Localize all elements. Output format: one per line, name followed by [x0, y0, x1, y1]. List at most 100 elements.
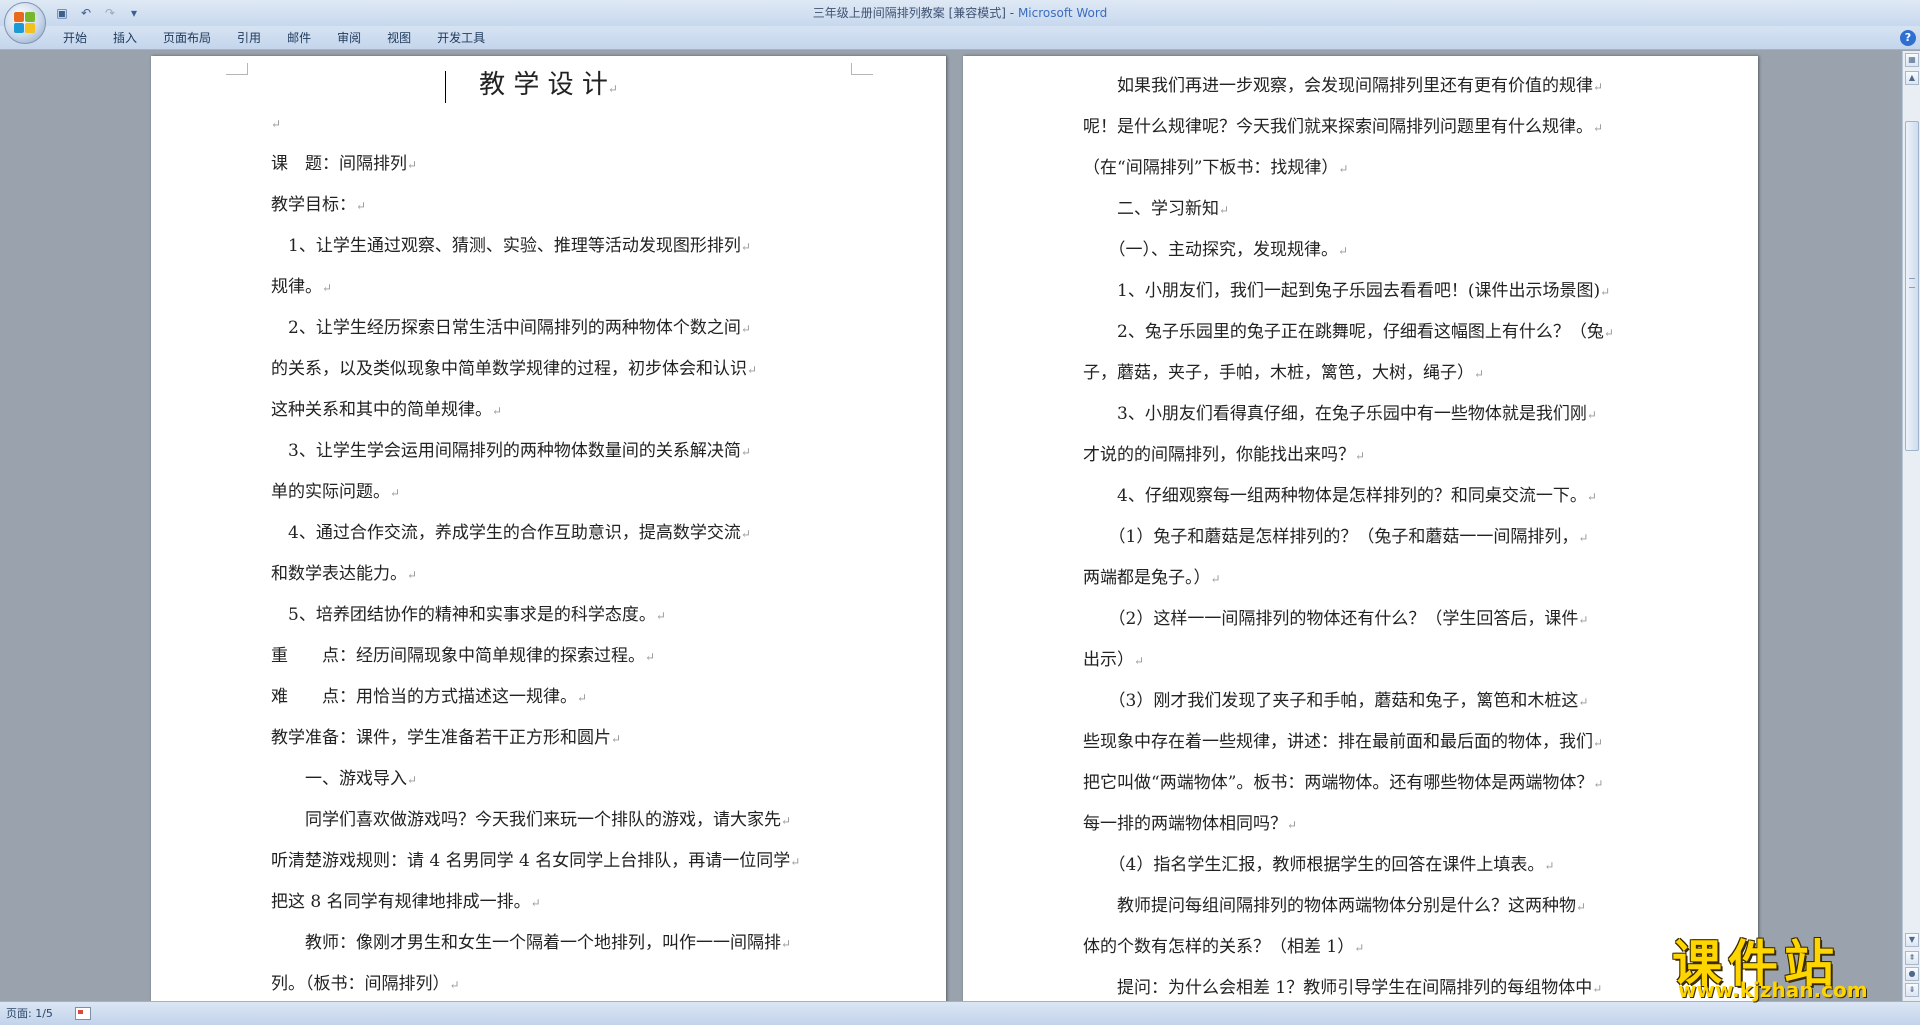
ribbon-tab-bar: 开始 插入 页面布局 引用 邮件 审阅 视图 开发工具 [0, 26, 1920, 50]
line-text: 2、让学生经历探索日常生活中间隔排列的两种物体个数之间 [271, 318, 741, 338]
paragraph-mark: ↵ [407, 773, 418, 787]
paragraph-mark: ↵ [781, 814, 792, 828]
paragraph-mark: ↵ [530, 896, 541, 910]
line-text: 1、小朋友们，我们一起到兔子乐园去看看吧！(课件出示场景图) [1083, 281, 1601, 301]
document-line: 把它叫做“两端物体”。板书：两端物体。还有哪些物体是两端物体？↵ [1083, 763, 1638, 804]
paragraph-mark: ↵ [1474, 367, 1485, 381]
line-text: 每一排的两端物体相同吗？ [1083, 814, 1287, 834]
document-line: 1、小朋友们，我们一起到兔子乐园去看看吧！(课件出示场景图)↵ [1083, 271, 1638, 312]
document-line: （2）这样一一间隔排列的物体还有什么？（学生回答后，课件↵ [1083, 599, 1638, 640]
document-page-left[interactable]: 教 学 设 计↵ ↵ 课 题：间隔排列↵ 教学目标：↵ 1、让学生通过观察、猜测、实… [151, 56, 946, 1001]
line-text: （4）指名学生汇报，教师根据学生的回答在课件上填表。 [1083, 855, 1545, 875]
line-text: 2、兔子乐园里的兔子正在跳舞呢，仔细看这幅图上有什么？（兔 [1083, 322, 1604, 342]
document-line: 教师：像刚才男生和女生一个隔着一个地排列，叫作一一间隔排↵ [271, 923, 831, 964]
paragraph-mark: ↵ [1576, 900, 1587, 914]
line-text: 重 点：经历间隔现象中简单规律的探索过程。 [271, 646, 645, 666]
scroll-up-icon[interactable]: ▲ [1905, 71, 1919, 85]
next-page-icon[interactable]: ⇟ [1905, 983, 1919, 997]
document-title: 教 学 设 计↵ [151, 66, 946, 108]
ribbon-tab[interactable]: 页面布局 [150, 26, 224, 50]
paragraph-mark: ↵ [611, 732, 622, 746]
ribbon-tab[interactable]: 引用 [224, 26, 274, 50]
document-line: 重 点：经历间隔现象中简单规律的探索过程。↵ [271, 636, 831, 677]
paragraph-mark: ↵ [1578, 613, 1589, 627]
status-page-count[interactable]: 页面: 1/5 [6, 1002, 53, 1025]
ruler-toggle-icon[interactable]: ▦ [1905, 53, 1919, 67]
document-line: 教学准备：课件，学生准备若干正方形和圆片↵ [271, 718, 831, 759]
proofing-status-icon[interactable] [75, 1007, 91, 1020]
line-text: 课 题：间隔排列 [271, 154, 407, 174]
document-line: 列。（板书：间隔排列）↵ [271, 964, 831, 1001]
ribbon-tab[interactable]: 视图 [374, 26, 424, 50]
title-bar: ▣ ↶ ↷ ▾ 三年级上册间隔排列教案 [兼容模式] - Microsoft W… [0, 0, 1920, 26]
paragraph-mark: ↵ [492, 404, 503, 418]
line-text: （2）这样一一间隔排列的物体还有什么？（学生回答后，课件 [1083, 609, 1579, 629]
paragraph-mark: ↵ [740, 322, 751, 336]
document-line: 4、通过合作交流，养成学生的合作互助意识，提高数学交流↵ [271, 513, 831, 554]
paragraph-mark: ↵ [1592, 982, 1603, 996]
line-text: 教学准备：课件，学生准备若干正方形和圆片 [271, 728, 611, 748]
document-line: ↵ [271, 103, 831, 144]
document-line: 二、学习新知↵ [1083, 189, 1638, 230]
document-line: 这种关系和其中的简单规律。↵ [271, 390, 831, 431]
document-line: （4）指名学生汇报，教师根据学生的回答在课件上填表。↵ [1083, 845, 1638, 886]
title-separator: - [1005, 6, 1018, 20]
help-icon[interactable]: ? [1900, 30, 1916, 46]
paragraph-mark: ↵ [1593, 777, 1604, 791]
paragraph-mark: ↵ [655, 609, 666, 623]
scrollbar-thumb[interactable] [1905, 121, 1919, 451]
ribbon-tab[interactable]: 开发工具 [424, 26, 498, 50]
document-line: 单的实际问题。↵ [271, 472, 831, 513]
document-line: 出示）↵ [1083, 640, 1638, 681]
ribbon-tab[interactable]: 审阅 [324, 26, 374, 50]
line-text: 同学们喜欢做游戏吗？今天我们来玩一个排队的游戏，请大家先 [271, 810, 781, 830]
paragraph-mark: ↵ [1338, 244, 1349, 258]
paragraph-mark: ↵ [407, 568, 418, 582]
paragraph-mark: ↵ [1354, 941, 1365, 955]
paragraph-mark: ↵ [1593, 736, 1604, 750]
ribbon-tab[interactable]: 邮件 [274, 26, 324, 50]
watermark-url: www.kjzhan.com [1678, 978, 1868, 1002]
document-line: 1、让学生通过观察、猜测、实验、推理等活动发现图形排列↵ [271, 226, 831, 267]
paragraph-mark: ↵ [271, 117, 282, 131]
paragraph-mark: ↵ [645, 650, 656, 664]
line-text: 子，蘑菇，夹子，手帕，木桩，篱笆，大树，绳子） [1083, 363, 1474, 383]
paragraph-mark: ↵ [1578, 531, 1589, 545]
line-text: 一、游戏导入 [271, 769, 407, 789]
line-text: 呢！是什么规律呢？今天我们就来探索间隔排列问题里有什么规律。 [1083, 117, 1593, 137]
office-button[interactable] [4, 2, 46, 44]
ribbon-tab[interactable]: 开始 [50, 26, 100, 50]
document-line: 提问：为什么会相差 1？教师引导学生在间隔排列的每组物体中↵ [1083, 968, 1638, 1001]
paragraph-mark: ↵ [1544, 859, 1555, 873]
paragraph-mark: ↵ [577, 691, 588, 705]
document-line: 把这 8 名同学有规律地排成一排。↵ [271, 882, 831, 923]
paragraph-mark: ↵ [449, 978, 460, 992]
line-text: 难 点：用恰当的方式描述这一规律。 [271, 687, 577, 707]
document-line: 课 题：间隔排列↵ [271, 144, 831, 185]
document-line: 和数学表达能力。↵ [271, 554, 831, 595]
document-workspace: 教 学 设 计↵ ↵ 课 题：间隔排列↵ 教学目标：↵ 1、让学生通过观察、猜测、实… [0, 51, 1902, 1001]
browse-object-icon[interactable]: ● [1905, 967, 1919, 981]
line-text: 些现象中存在着一些规律，讲述：排在最前面和最后面的物体，我们 [1083, 732, 1593, 752]
paragraph-mark: ↵ [322, 281, 333, 295]
document-line: 体的个数有怎样的关系？（相差 1）↵ [1083, 927, 1638, 968]
line-text: 规律。 [271, 277, 322, 297]
line-text: 如果我们再进一步观察，会发现间隔排列里还有更有价值的规律 [1083, 76, 1593, 96]
office-logo-icon [14, 12, 36, 34]
document-line: 每一排的两端物体相同吗？↵ [1083, 804, 1638, 845]
paragraph-mark: ↵ [1219, 203, 1230, 217]
ribbon-tab[interactable]: 插入 [100, 26, 150, 50]
document-line: 子，蘑菇，夹子，手帕，木桩，篱笆，大树，绳子）↵ [1083, 353, 1638, 394]
line-text: 两端都是兔子。） [1083, 568, 1211, 588]
document-line: （在“间隔排列”下板书：找规律）↵ [1083, 148, 1638, 189]
line-text: 体的个数有怎样的关系？（相差 1） [1083, 937, 1355, 957]
line-text: 教师提问每组间隔排列的物体两端物体分别是什么？这两种物 [1083, 896, 1576, 916]
vertical-scrollbar[interactable]: ▦ ▲ ▼ ⇞ ● ⇟ [1902, 51, 1920, 1001]
line-text: 4、通过合作交流，养成学生的合作互助意识，提高数学交流 [271, 523, 741, 543]
document-line: 听清楚游戏规则：请 4 名男同学 4 名女同学上台排队，再请一位同学↵ [271, 841, 831, 882]
previous-page-icon[interactable]: ⇞ [1905, 951, 1919, 965]
paragraph-mark: ↵ [1603, 326, 1614, 340]
document-page-right[interactable]: 如果我们再进一步观察，会发现间隔排列里还有更有价值的规律 ↵ 呢！是什么规律呢？今天… [963, 56, 1758, 1001]
scroll-down-icon[interactable]: ▼ [1905, 933, 1919, 947]
paragraph-mark: ↵ [1210, 572, 1221, 586]
